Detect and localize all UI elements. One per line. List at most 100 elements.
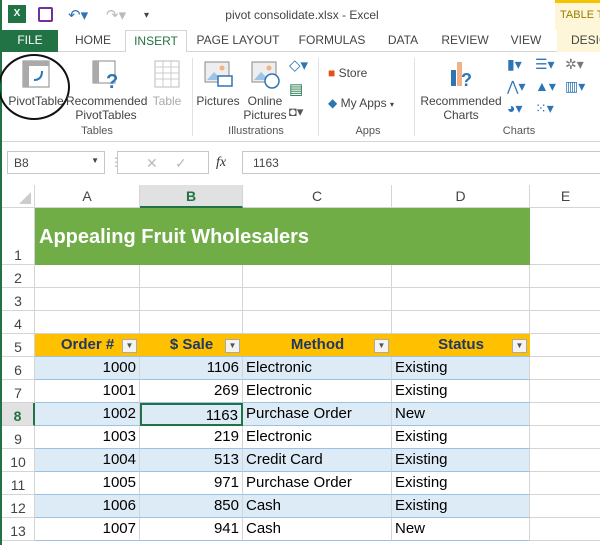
cell[interactable] <box>530 288 600 311</box>
cell[interactable] <box>243 311 392 334</box>
order-cell[interactable]: 1005 <box>35 472 140 495</box>
sheet-title-banner[interactable]: Appealing Fruit Wholesalers <box>35 208 530 265</box>
method-cell[interactable]: Credit Card <box>243 449 392 472</box>
column-header-e[interactable]: E <box>530 185 600 208</box>
cell[interactable] <box>530 449 600 472</box>
sale-cell[interactable]: 269 <box>140 380 243 403</box>
status-cell[interactable]: Existing <box>392 472 530 495</box>
tab-review[interactable]: REVIEW <box>437 30 493 52</box>
tab-view[interactable]: VIEW <box>504 30 548 52</box>
cell[interactable] <box>530 334 600 357</box>
method-cell[interactable]: Purchase Order <box>243 403 392 426</box>
recommended-charts-button[interactable]: ? Recommended Charts <box>418 58 504 122</box>
method-cell[interactable]: Cash <box>243 495 392 518</box>
cell[interactable] <box>530 495 600 518</box>
cell[interactable] <box>35 265 140 288</box>
method-cell[interactable]: Cash <box>243 518 392 541</box>
order-cell[interactable]: 1001 <box>35 380 140 403</box>
cell[interactable] <box>530 426 600 449</box>
cell[interactable] <box>392 265 530 288</box>
smartart-icon[interactable]: ▤ <box>289 80 303 98</box>
filter-dropdown-icon[interactable]: ▼ <box>225 339 240 353</box>
order-cell[interactable]: 1004 <box>35 449 140 472</box>
area-chart-icon[interactable]: ▲▾ <box>535 78 556 95</box>
order-cell[interactable]: 1006 <box>35 495 140 518</box>
row-header-3[interactable]: 3 <box>2 288 35 311</box>
cell[interactable] <box>530 403 600 426</box>
sale-cell[interactable]: 850 <box>140 495 243 518</box>
pie-chart-icon[interactable]: ◕▾ <box>507 100 522 117</box>
cell[interactable] <box>140 311 243 334</box>
status-cell[interactable]: Existing <box>392 495 530 518</box>
screenshot-icon[interactable]: ◘▾ <box>289 104 303 120</box>
status-cell[interactable]: New <box>392 403 530 426</box>
cell[interactable] <box>530 380 600 403</box>
tab-file[interactable]: FILE <box>2 30 58 52</box>
line-chart-icon[interactable]: ⋀▾ <box>507 78 526 95</box>
bar-chart-icon[interactable]: ☰▾ <box>535 56 555 73</box>
select-all-corner[interactable] <box>2 185 35 208</box>
column-header-c[interactable]: C <box>243 185 392 208</box>
cell[interactable] <box>530 208 600 265</box>
method-cell[interactable]: Purchase Order <box>243 472 392 495</box>
order-cell[interactable]: 1002 <box>35 403 140 426</box>
row-header-8[interactable]: 8 <box>2 403 35 426</box>
scatter-chart-icon[interactable]: ⁙▾ <box>535 100 554 117</box>
cell[interactable] <box>35 311 140 334</box>
store-button[interactable]: ■ Store <box>328 66 367 80</box>
order-cell[interactable]: 1007 <box>35 518 140 541</box>
tab-design[interactable]: DESIGN <box>557 30 600 52</box>
filter-dropdown-icon[interactable]: ▼ <box>512 339 527 353</box>
row-header-5[interactable]: 5 <box>2 334 35 357</box>
sale-cell[interactable]: 971 <box>140 472 243 495</box>
shapes-icon[interactable]: ◇▾ <box>289 56 308 74</box>
cell[interactable] <box>243 288 392 311</box>
cell[interactable] <box>530 311 600 334</box>
cell[interactable] <box>243 265 392 288</box>
row-header-1[interactable]: 1 <box>2 208 35 265</box>
row-header-12[interactable]: 12 <box>2 495 35 518</box>
status-cell[interactable]: Existing <box>392 357 530 380</box>
combo-chart-icon[interactable]: ▥▾ <box>565 78 585 95</box>
name-box[interactable]: B8 ▼ <box>7 151 105 174</box>
status-cell[interactable]: Existing <box>392 380 530 403</box>
cell[interactable] <box>530 265 600 288</box>
cell[interactable] <box>530 472 600 495</box>
column-header-b[interactable]: B <box>140 185 243 208</box>
enter-icon[interactable]: ✓ <box>175 155 187 172</box>
status-cell[interactable]: New <box>392 518 530 541</box>
tab-insert[interactable]: INSERT <box>125 30 187 53</box>
row-header-7[interactable]: 7 <box>2 380 35 403</box>
insert-function-icon[interactable]: fx <box>216 155 226 171</box>
cell[interactable] <box>392 288 530 311</box>
tab-home[interactable]: HOME <box>64 30 122 52</box>
method-cell[interactable]: Electronic <box>243 380 392 403</box>
method-cell[interactable]: Electronic <box>243 426 392 449</box>
status-cell[interactable]: Existing <box>392 449 530 472</box>
sale-cell[interactable]: 513 <box>140 449 243 472</box>
method-cell[interactable]: Electronic <box>243 357 392 380</box>
cell[interactable] <box>392 311 530 334</box>
my-apps-button[interactable]: ◆ My Apps ▾ <box>328 96 394 112</box>
sale-cell[interactable]: 1106 <box>140 357 243 380</box>
cancel-icon[interactable]: ✕ <box>146 155 158 172</box>
tab-page-layout[interactable]: PAGE LAYOUT <box>194 30 282 52</box>
cell[interactable] <box>530 357 600 380</box>
row-header-2[interactable]: 2 <box>2 265 35 288</box>
column-header-a[interactable]: A <box>35 185 140 208</box>
tab-formulas[interactable]: FORMULAS <box>294 30 370 52</box>
formula-input[interactable]: 1163 <box>242 151 600 174</box>
radar-chart-icon[interactable]: ✲▾ <box>565 56 584 73</box>
sale-cell[interactable]: 1163 <box>140 403 243 426</box>
tab-data[interactable]: DATA <box>380 30 426 52</box>
sale-cell[interactable]: 941 <box>140 518 243 541</box>
cell[interactable] <box>530 518 600 541</box>
row-header-10[interactable]: 10 <box>2 449 35 472</box>
column-chart-icon[interactable]: ▮▾ <box>507 56 522 73</box>
chevron-down-icon[interactable]: ▼ <box>91 156 99 165</box>
cell[interactable] <box>140 288 243 311</box>
filter-dropdown-icon[interactable]: ▼ <box>122 339 137 353</box>
recommended-pivottables-button[interactable]: ? Recommended PivotTables <box>66 58 147 122</box>
row-header-6[interactable]: 6 <box>2 357 35 380</box>
table-button[interactable]: Table <box>148 58 186 108</box>
